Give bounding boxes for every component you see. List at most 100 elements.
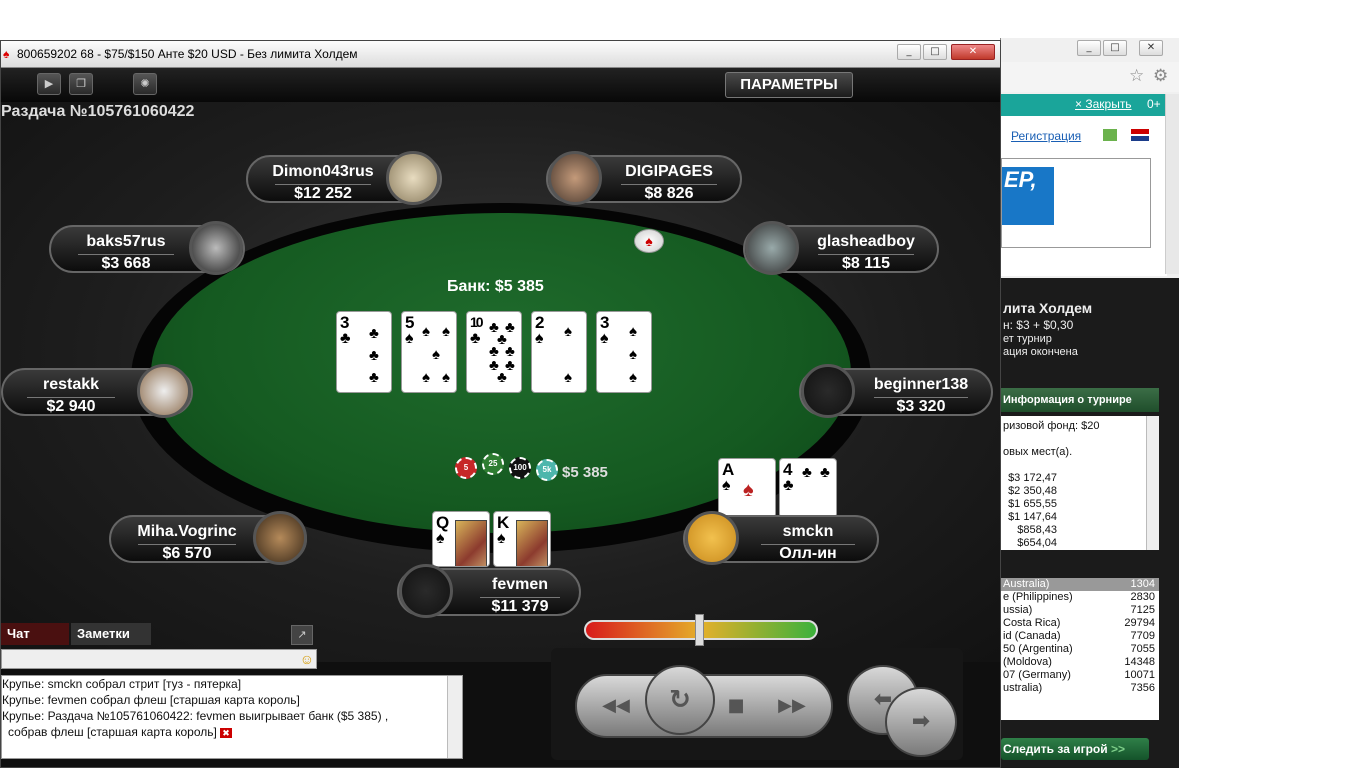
row-name: Australia) [1003, 578, 1050, 590]
row-value: 7055 [1130, 643, 1155, 655]
table-row[interactable]: ustralia) 7356 [1001, 682, 1159, 695]
player-seat-dimon[interactable]: Dimon043rus $12 252 [246, 151, 442, 207]
window-icon[interactable]: ❐ [69, 73, 93, 95]
close-icon[interactable]: ✕ [1139, 40, 1163, 56]
smiley-icon[interactable]: ☺ [300, 651, 314, 667]
next-hand-button[interactable]: ➡ [885, 687, 957, 757]
minimize-icon[interactable]: _ [897, 44, 921, 60]
slider-handle[interactable] [695, 614, 704, 646]
chip-icon: 25 [482, 453, 504, 475]
gear-icon[interactable]: ⚙ [1153, 66, 1168, 86]
scrollbar[interactable] [1165, 94, 1179, 274]
row-name: (Moldova) [1003, 656, 1052, 668]
pot-label: Банк: $5 385 [447, 278, 544, 295]
table-row[interactable]: (Moldova) 14348 [1001, 656, 1159, 669]
minimize-icon[interactable]: _ [1077, 40, 1101, 56]
player-name: glasheadboy [817, 233, 915, 250]
follow-game-button[interactable]: Следить за игрой >> [1001, 738, 1149, 760]
chat-tabs: Чат Заметки ↗ [1, 623, 321, 647]
avatar [253, 511, 307, 565]
player-stack: $8 115 [841, 255, 891, 272]
player-seat-beginner[interactable]: beginner138 $3 320 [799, 364, 993, 420]
row-name: ussia) [1003, 604, 1033, 616]
player-info: DIGIPAGES $8 826 [594, 157, 744, 202]
players-table: Australia) 1304 e (Philippines) 2830 ussia… [1001, 578, 1159, 720]
player-info: Dimon043rus $12 252 [248, 157, 398, 202]
settings-icon[interactable]: ✺ [133, 73, 157, 95]
prize-scrollbar[interactable] [1146, 416, 1159, 550]
player-name: beginner138 [873, 376, 969, 393]
register-link[interactable]: Регистрация [1011, 129, 1081, 143]
table-row[interactable]: 50 (Argentina) 7055 [1001, 643, 1159, 656]
tab-chat[interactable]: Чат [1, 623, 69, 645]
hole-card: A ♠ ♠ [718, 458, 776, 518]
prize-value: $858,43 [1017, 524, 1057, 536]
parameters-button[interactable]: ПАРАМЕТРЫ [725, 72, 853, 98]
chip-icon: 100 [509, 457, 531, 479]
player-seat-digipages[interactable]: DIGIPAGES $8 826 [546, 151, 742, 207]
fast-forward-button[interactable]: ▶▶ [767, 691, 817, 721]
player-seat-fevmen[interactable]: fevmen $11 379 [397, 564, 581, 620]
player-seat-restakk[interactable]: restakk $2 940 [1, 364, 193, 420]
player-seat-baks[interactable]: baks57rus $3 668 [49, 221, 245, 277]
close-icon[interactable]: ✕ [951, 44, 995, 60]
play-icon[interactable]: ▶ [37, 73, 61, 95]
star-icon[interactable]: ☆ [1129, 66, 1144, 86]
spade-icon: ♠ [629, 369, 637, 386]
rewind-button[interactable]: ◀◀ [591, 691, 641, 721]
club-icon: ♣ [470, 330, 481, 347]
chat-scrollbar[interactable] [447, 676, 462, 758]
restore-icon[interactable]: □ [923, 44, 947, 60]
android-icon[interactable] [1103, 129, 1117, 141]
close-promo-link[interactable]: × Закрыть [1075, 97, 1132, 111]
row-name: 07 (Germany) [1003, 669, 1071, 681]
age-label: 0+ [1147, 97, 1161, 111]
club-icon: ♣ [820, 464, 830, 481]
table-row[interactable]: id (Canada) 7709 [1001, 630, 1159, 643]
player-info: glasheadboy $8 115 [791, 227, 941, 272]
spade-icon: ♠ [422, 323, 430, 340]
player-stack: $3 320 [896, 398, 946, 415]
table-row[interactable]: e (Philippines) 2830 [1001, 591, 1159, 604]
arrow-right-icon: ➡ [911, 709, 931, 734]
avatar [685, 511, 739, 565]
replay-button[interactable]: ↻ [645, 665, 715, 735]
player-seat-miha[interactable]: Miha.Vogrinc $6 570 [109, 511, 307, 567]
row-value: 14348 [1124, 656, 1155, 668]
spade-icon: ♠ [422, 369, 430, 386]
table-row[interactable]: ussia) 7125 [1001, 604, 1159, 617]
promo-banner[interactable]: EP, [1001, 158, 1151, 248]
player-seat-glasheadboy[interactable]: glasheadboy $8 115 [743, 221, 939, 277]
row-name: id (Canada) [1003, 630, 1061, 642]
prize-values: $3 172,47 $2 350,48 $1 655,55 $1 147,64 … [1007, 472, 1057, 550]
double-arrow-icon: >> [1110, 742, 1125, 756]
avatar [801, 364, 855, 418]
prize-value: $1 655,55 [1008, 498, 1057, 510]
board-card: 3 ♣ ♣ ♣ ♣ [336, 311, 392, 393]
avatar [399, 564, 453, 618]
chat-line-text: собрав флеш [старшая карта король] [8, 725, 217, 739]
flag-icon: ✖ [220, 728, 232, 738]
spade-icon: ♠ [564, 369, 572, 386]
stop-button[interactable]: ■ [713, 691, 759, 721]
player-info: smckn Олл-ин [735, 517, 881, 562]
tab-notes[interactable]: Заметки [71, 623, 151, 645]
window-title: 800659202 68 - $75/$150 Анте $20 USD - Б… [17, 47, 358, 61]
status-line-2: ация окончена [1003, 346, 1078, 358]
popout-icon[interactable]: ↗ [291, 625, 313, 645]
poker-table-window: ♠ 800659202 68 - $75/$150 Анте $20 USD -… [0, 40, 1001, 768]
table-row[interactable]: Costa Rica) 29794 [1001, 617, 1159, 630]
places-text: овых мест(а). [1003, 446, 1073, 458]
table-row[interactable]: 07 (Germany) 10071 [1001, 669, 1159, 682]
lobby-window: _ □ ✕ ☆ ⚙ × Закрыть 0+ Регистрация EP, л… [1000, 38, 1179, 768]
player-seat-smckn[interactable]: smckn Олл-ин [683, 511, 879, 567]
uk-flag-icon[interactable] [1131, 129, 1149, 141]
club-icon: ♣ [369, 347, 379, 364]
tournament-info-header[interactable]: Информация о турнире [1001, 388, 1159, 412]
prize-value: $1 147,64 [1008, 511, 1057, 523]
chat-input[interactable]: ☺ [1, 649, 317, 669]
club-icon: ♣ [497, 369, 507, 386]
table-row[interactable]: Australia) 1304 [1001, 578, 1159, 591]
follow-game-label: Следить за игрой [1003, 742, 1108, 756]
maximize-icon[interactable]: □ [1103, 40, 1127, 56]
